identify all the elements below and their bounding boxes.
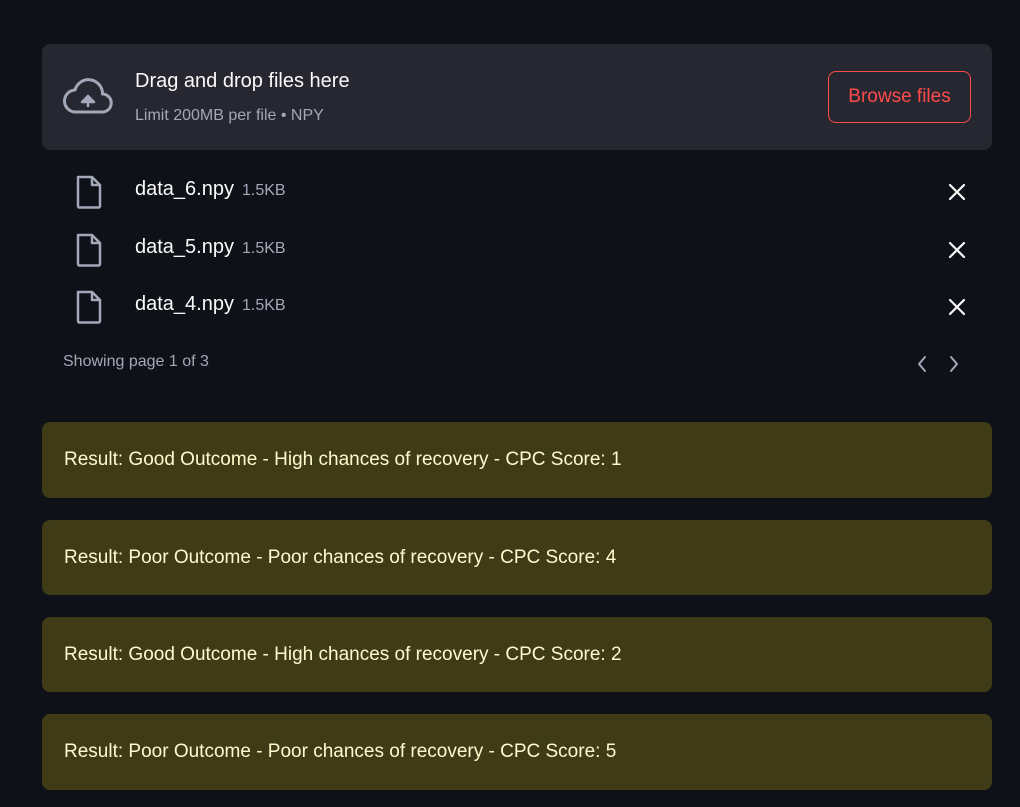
file-size: 1.5KB — [241, 182, 286, 199]
file-list-item: data_4.npy 1.5KB — [42, 281, 992, 331]
file-icon — [76, 290, 102, 324]
close-icon — [948, 241, 966, 259]
result-alert: Result: Good Outcome - High chances of r… — [42, 617, 992, 692]
file-name-text: data_4.npy — [135, 293, 234, 315]
next-page-button[interactable] — [942, 352, 966, 376]
previous-page-button[interactable] — [910, 352, 934, 376]
result-text: Result: Poor Outcome - Poor chances of r… — [64, 546, 617, 568]
browse-files-button[interactable]: Browse files — [828, 71, 971, 123]
result-alert: Result: Good Outcome - High chances of r… — [42, 422, 992, 498]
result-text: Result: Good Outcome - High chances of r… — [64, 643, 622, 665]
cloud-upload-icon — [63, 78, 113, 114]
file-name: data_5.npy 1.5KB — [135, 236, 286, 259]
pagination-status: Showing page 1 of 3 — [63, 353, 209, 370]
chevron-left-icon — [918, 356, 926, 372]
result-text: Result: Poor Outcome - Poor chances of r… — [64, 741, 617, 762]
file-icon — [76, 233, 102, 267]
result-alert: Result: Poor Outcome - Poor chances of r… — [42, 520, 992, 595]
file-list-item: data_5.npy 1.5KB — [42, 224, 992, 274]
dropzone-title: Drag and drop files here — [135, 70, 350, 92]
file-icon — [76, 175, 102, 209]
file-name-text: data_6.npy — [135, 178, 234, 200]
result-text: Result: Good Outcome - High chances of r… — [64, 449, 622, 470]
file-name: data_6.npy 1.5KB — [135, 178, 286, 201]
close-icon — [948, 183, 966, 201]
close-icon — [948, 298, 966, 316]
remove-file-button[interactable] — [943, 293, 971, 321]
file-list-item: data_6.npy 1.5KB — [42, 166, 992, 216]
remove-file-button[interactable] — [943, 236, 971, 264]
file-name-text: data_5.npy — [135, 236, 234, 258]
remove-file-button[interactable] — [943, 178, 971, 206]
result-alert: Result: Poor Outcome - Poor chances of r… — [42, 714, 992, 790]
dropzone-limit-text: Limit 200MB per file • NPY — [135, 107, 324, 124]
file-size: 1.5KB — [241, 240, 286, 257]
file-size: 1.5KB — [241, 297, 286, 314]
file-name: data_4.npy 1.5KB — [135, 293, 286, 316]
chevron-right-icon — [950, 356, 958, 372]
